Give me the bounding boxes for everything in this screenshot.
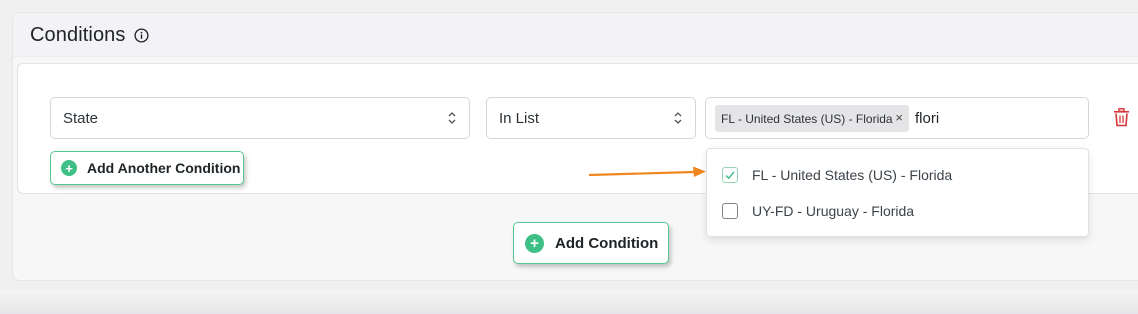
selected-tag: FL - United States (US) - Florida × [715, 105, 909, 132]
checkbox-checked-icon[interactable] [722, 167, 738, 183]
page-bottom-area [0, 290, 1138, 314]
arrow-right-icon [589, 166, 706, 177]
tag-label: FL - United States (US) - Florida [721, 112, 893, 126]
panel-title: Conditions [30, 24, 126, 46]
checkbox-unchecked-icon[interactable] [722, 203, 738, 219]
tag-remove-icon[interactable]: × [895, 110, 903, 125]
dropdown-option[interactable]: FL - United States (US) - Florida [722, 166, 952, 184]
values-multiselect[interactable]: FL - United States (US) - Florida × flor… [705, 97, 1089, 139]
chevron-up-down-icon [448, 112, 456, 124]
values-dropdown: FL - United States (US) - Florida UY-FD … [706, 148, 1089, 237]
dropdown-option-label: UY-FD - Uruguay - Florida [752, 203, 915, 219]
field-select[interactable]: State [50, 97, 470, 139]
dropdown-option[interactable]: UY-FD - Uruguay - Florida [722, 202, 914, 220]
dropdown-option-label: FL - United States (US) - Florida [752, 167, 953, 183]
plus-circle-icon: + [61, 160, 77, 176]
add-condition-label: Add Condition [555, 234, 659, 252]
add-another-condition-button[interactable]: + Add Another Condition [50, 151, 244, 185]
operator-select-value: In List [499, 110, 540, 127]
info-circle-icon[interactable] [134, 28, 149, 43]
search-input-text[interactable]: flori [915, 110, 939, 127]
plus-circle-icon: + [525, 233, 544, 253]
add-another-condition-label: Add Another Condition [87, 160, 241, 176]
chevron-up-down-icon [674, 112, 682, 124]
add-condition-button[interactable]: + Add Condition [513, 222, 669, 264]
panel-header: Conditions [13, 13, 1138, 57]
field-select-value: State [63, 110, 99, 127]
trash-icon[interactable] [1113, 108, 1130, 127]
operator-select[interactable]: In List [486, 97, 696, 139]
